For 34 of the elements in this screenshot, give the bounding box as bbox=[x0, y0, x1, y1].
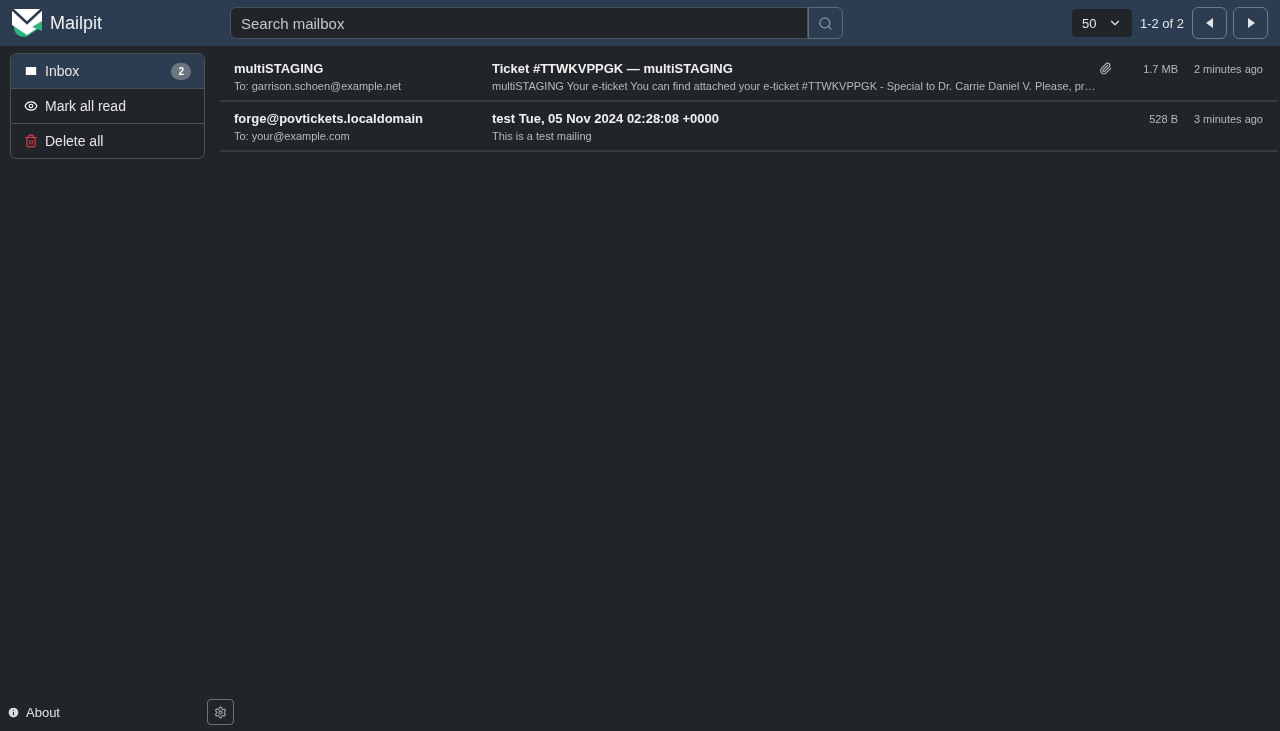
message-size: 1.7 MB bbox=[1142, 62, 1178, 75]
eye-icon bbox=[24, 99, 38, 113]
recipient: To: garrison.schoen@example.net bbox=[234, 80, 402, 92]
right-triangle-icon bbox=[1246, 18, 1255, 28]
subject: test Tue, 05 Nov 2024 02:28:08 +0000 bbox=[492, 111, 720, 126]
sender: multiSTAGING bbox=[234, 61, 324, 76]
next-page-button[interactable] bbox=[1233, 7, 1268, 39]
unread-count: 2 bbox=[171, 62, 191, 80]
recipient: To: your@example.com bbox=[234, 130, 350, 142]
app-name: Mailpit bbox=[50, 12, 102, 34]
snippet: This is a test mailing bbox=[492, 130, 592, 142]
page-range: 1-2 of 2 bbox=[1139, 15, 1184, 31]
previous-page-button[interactable] bbox=[1192, 7, 1227, 39]
trash-icon bbox=[24, 134, 38, 148]
left-triangle-icon bbox=[1205, 18, 1214, 28]
per-page-select[interactable]: 50 bbox=[1071, 9, 1132, 37]
search-field[interactable]: Search mailbox bbox=[230, 7, 808, 39]
search-button[interactable] bbox=[808, 7, 843, 39]
search-icon bbox=[818, 15, 833, 31]
sidebar-item[interactable]: Inbox 2 bbox=[11, 54, 204, 88]
sidebar-item[interactable]: Mark all read bbox=[11, 88, 204, 123]
settings-button[interactable] bbox=[207, 699, 234, 725]
snippet: multiSTAGING Your e-ticket You can find attached your e-ticket #TTWKVPPGK - Special to Dr. Carrie Daniel V. Please, pr… bbox=[492, 80, 1096, 92]
logo-icon bbox=[10, 7, 44, 39]
message-row[interactable]: forge@povtickets.localdomain To: your@example.com test Tue, 05 Nov 2024 02:28:08 +0000 This is a test mailing 528 B 3 minutes ago bbox=[220, 102, 1277, 152]
received-time: 2 minutes ago bbox=[1192, 62, 1263, 75]
sender: forge@povtickets.localdomain bbox=[234, 111, 423, 126]
about-link[interactable]: About bbox=[7, 704, 60, 720]
info-icon bbox=[7, 705, 20, 719]
subject: Ticket #TTWKVPPGK — multiSTAGING bbox=[492, 61, 733, 76]
sidebar-item[interactable]: Delete all bbox=[11, 123, 204, 158]
received-time: 3 minutes ago bbox=[1192, 112, 1263, 125]
settings-icon bbox=[214, 705, 227, 719]
message-size: 528 B bbox=[1148, 112, 1178, 125]
